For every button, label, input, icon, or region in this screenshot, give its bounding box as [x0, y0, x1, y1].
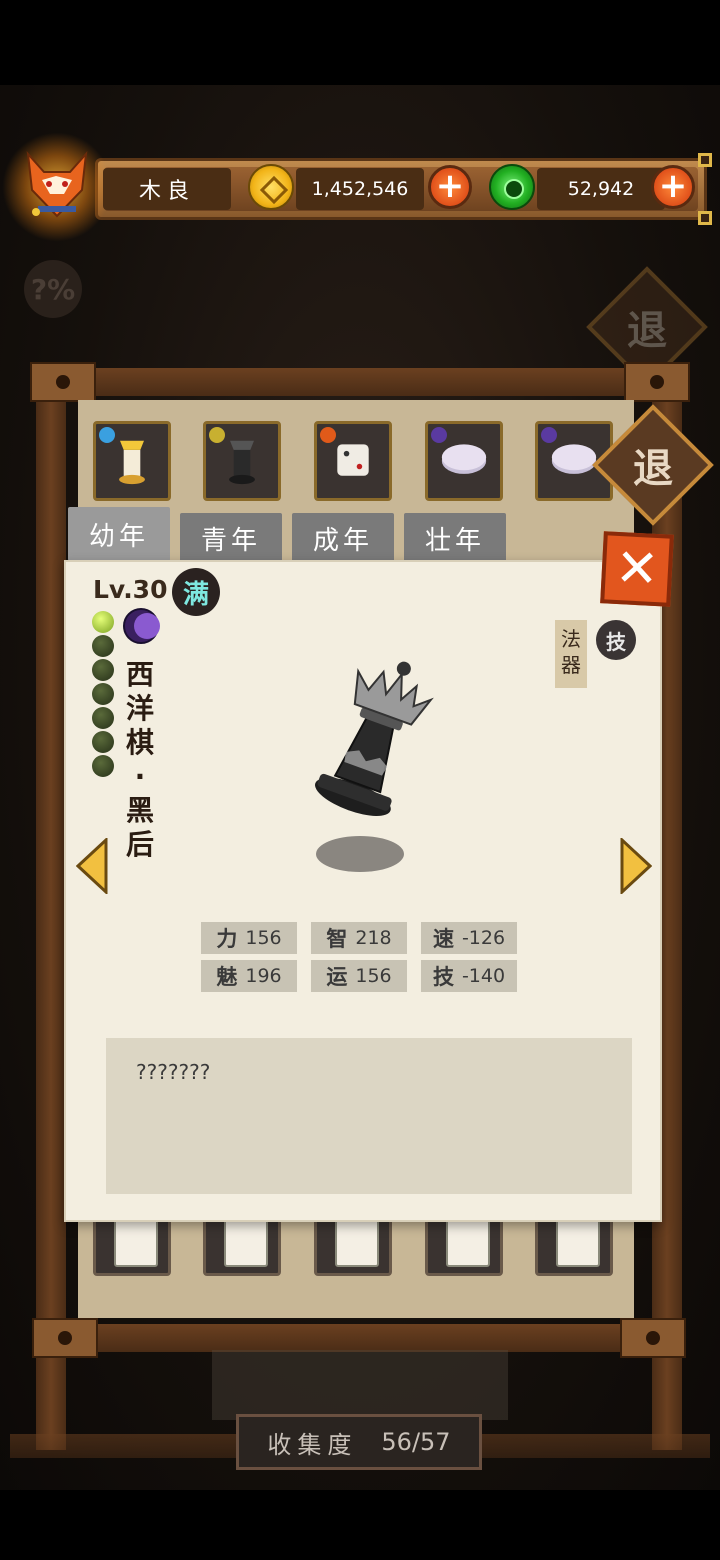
previous-arrow-icon[interactable] [76, 838, 108, 894]
stat-intelligence: 智 218 [311, 922, 407, 954]
collection-slot[interactable] [93, 421, 171, 501]
collection-value: 56/57 [381, 1428, 451, 1456]
star-pip [92, 731, 114, 753]
jade-disc-icon [489, 164, 535, 210]
tab-prime[interactable]: 壮年 [404, 513, 506, 563]
help-icon[interactable]: ?% [24, 260, 82, 318]
collection-slot[interactable] [314, 1215, 392, 1276]
collection-slot[interactable] [425, 421, 503, 501]
star-pip [92, 707, 114, 729]
frame-post-left [36, 380, 66, 1450]
coin-balance: 1,452,546 [296, 168, 424, 210]
fox-mask-icon [26, 150, 88, 218]
star-pip [92, 755, 114, 777]
stat-speed: 速 -126 [421, 922, 517, 954]
collection-slot[interactable] [203, 1215, 281, 1276]
next-arrow-icon[interactable] [620, 838, 652, 894]
add-coins-button[interactable]: + [428, 165, 472, 209]
bottom-letterbox [0, 1490, 720, 1560]
frame-cap [624, 362, 690, 402]
star-pip [92, 683, 114, 705]
tab-young-adult[interactable]: 青年 [180, 513, 282, 563]
player-name: 木良 [103, 168, 231, 210]
tab-adult[interactable]: 成年 [292, 513, 394, 563]
collection-slot[interactable] [203, 421, 281, 501]
stat-strength: 力 156 [201, 922, 297, 954]
stat-charm: 魅 196 [201, 960, 297, 992]
frame-cap [30, 362, 96, 402]
frame-beam-bottom [50, 1324, 670, 1352]
frame-beam-top [50, 368, 670, 396]
add-jade-button[interactable]: + [651, 165, 695, 209]
tab-youth[interactable]: 幼年 [68, 507, 170, 561]
star-pip [92, 635, 114, 657]
collection-progress: 收集度 56/57 [236, 1414, 482, 1470]
item-description: ??????? [106, 1038, 632, 1194]
star-pip [92, 659, 114, 681]
item-name: 西 洋 棋 · 黑 后 [125, 658, 154, 861]
max-level-badge: 满 [172, 568, 220, 616]
moon-element-icon [123, 608, 160, 644]
stat-luck: 运 156 [311, 960, 407, 992]
close-button[interactable]: ✕ [600, 531, 674, 607]
item-level: Lv.30 [93, 575, 168, 604]
jade-balance: 52,942 [537, 168, 665, 210]
collection-slot[interactable] [314, 421, 392, 501]
collection-slot[interactable] [535, 1215, 613, 1276]
item-category-tag: 法器 [555, 620, 587, 688]
collection-label: 收集度 [267, 1430, 358, 1459]
collection-slot[interactable] [425, 1215, 503, 1276]
skill-badge[interactable]: 技 [596, 620, 636, 660]
frame-cap [620, 1318, 686, 1358]
gold-coin-icon [248, 164, 294, 210]
frame-cap [32, 1318, 98, 1358]
star-pip [92, 611, 114, 633]
black-queen-illustration [315, 661, 434, 872]
collection-shadow [212, 1350, 508, 1420]
stat-skill: 技 -140 [421, 960, 517, 992]
collection-slot[interactable] [93, 1215, 171, 1276]
player-avatar[interactable] [2, 132, 112, 242]
